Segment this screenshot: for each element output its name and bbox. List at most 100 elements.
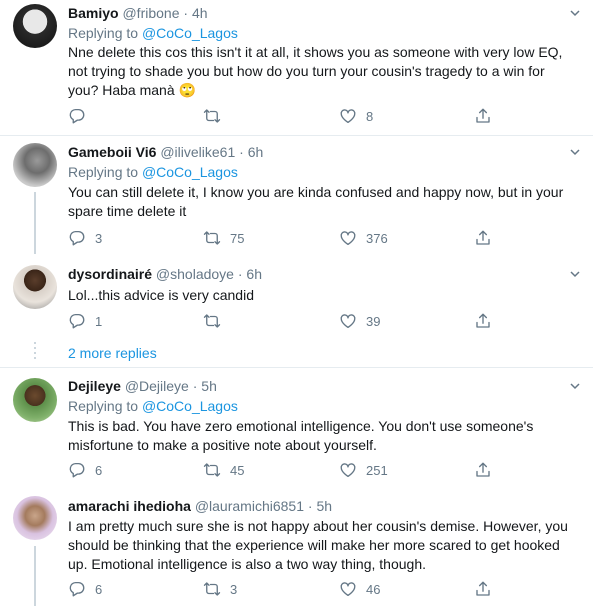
replying-label: Replying to xyxy=(68,25,139,41)
tweet-actions: 3 75 376 xyxy=(68,228,508,248)
separator-dot: · xyxy=(307,498,313,514)
avatar[interactable] xyxy=(13,265,57,309)
user-handle[interactable]: @ilivelike61 xyxy=(160,144,235,160)
tweet[interactable]: dysordinairé @sholadoye · 6h Lol...this … xyxy=(0,254,593,334)
user-handle[interactable]: @Dejileye xyxy=(125,378,189,394)
like-count: 376 xyxy=(366,230,388,246)
reply-button[interactable]: 6 xyxy=(68,460,102,480)
tweet-header: Bamiyo @fribone · 4h xyxy=(68,4,208,22)
retweet-icon xyxy=(203,461,221,479)
retweet-button[interactable]: 3 xyxy=(203,579,237,599)
retweet-count: 3 xyxy=(230,581,238,597)
replying-to: Replying to @CoCo_Lagos xyxy=(68,397,238,415)
heart-icon xyxy=(339,107,357,125)
avatar[interactable] xyxy=(13,4,57,48)
tweet-actions: 1 39 xyxy=(68,311,508,331)
tweet[interactable]: amarachi ihedioha @lauramichi6851 · 5h I… xyxy=(0,488,593,606)
chevron-down-icon[interactable] xyxy=(569,146,581,158)
reply-mention-link[interactable]: @CoCo_Lagos xyxy=(142,25,238,41)
tweet-header: Dejileye @Dejileye · 5h xyxy=(68,377,217,395)
tweet-actions: 6 3 46 xyxy=(68,579,508,599)
user-handle[interactable]: @sholadoye xyxy=(156,266,234,282)
display-name[interactable]: Dejileye xyxy=(68,378,121,394)
retweet-button[interactable]: 75 xyxy=(203,228,244,248)
tweet-header: amarachi ihedioha @lauramichi6851 · 5h xyxy=(68,497,332,515)
timestamp[interactable]: 6h xyxy=(246,266,262,282)
share-icon xyxy=(474,580,492,598)
heart-icon xyxy=(339,461,357,479)
avatar[interactable] xyxy=(13,143,57,187)
reply-button[interactable]: 3 xyxy=(68,228,102,248)
like-button[interactable]: 251 xyxy=(339,460,388,480)
chevron-down-icon[interactable] xyxy=(569,7,581,19)
tweet-header: dysordinairé @sholadoye · 6h xyxy=(68,265,262,283)
retweet-count: 45 xyxy=(230,462,245,478)
like-button[interactable]: 8 xyxy=(339,106,373,126)
timestamp[interactable]: 4h xyxy=(192,5,208,21)
tweet[interactable]: Dejileye @Dejileye · 5h Replying to @CoC… xyxy=(0,368,593,488)
reply-count: 3 xyxy=(95,230,103,246)
separator-dot: · xyxy=(239,144,244,160)
share-icon xyxy=(474,312,492,330)
share-button[interactable] xyxy=(474,460,501,480)
reply-mention-link[interactable]: @CoCo_Lagos xyxy=(142,398,238,414)
like-count: 46 xyxy=(366,581,381,597)
display-name[interactable]: Bamiyo xyxy=(68,5,119,21)
reply-button[interactable] xyxy=(68,106,95,126)
tweet-text: Nne delete this cos this isn't it at all… xyxy=(68,44,563,98)
timestamp[interactable]: 5h xyxy=(201,378,217,394)
replying-label: Replying to xyxy=(68,398,139,414)
avatar[interactable] xyxy=(13,378,57,422)
timestamp[interactable]: 6h xyxy=(248,144,264,160)
share-button[interactable] xyxy=(474,106,501,126)
reply-count: 1 xyxy=(95,313,103,329)
replying-to: Replying to @CoCo_Lagos xyxy=(68,24,238,42)
chevron-down-icon[interactable] xyxy=(569,380,581,392)
share-button[interactable] xyxy=(474,228,501,248)
display-name[interactable]: amarachi ihedioha xyxy=(68,498,191,514)
retweet-button[interactable] xyxy=(203,106,230,126)
like-button[interactable]: 39 xyxy=(339,311,380,331)
reply-button[interactable]: 6 xyxy=(68,579,102,599)
tweet-actions: 6 45 251 xyxy=(68,460,508,480)
heart-icon xyxy=(339,229,357,247)
like-count: 251 xyxy=(366,462,388,478)
retweet-button[interactable]: 45 xyxy=(203,460,244,480)
tweet-text: I am pretty much sure she is not happy a… xyxy=(68,518,568,572)
retweet-icon xyxy=(203,107,221,125)
share-button[interactable] xyxy=(474,311,501,331)
like-button[interactable]: 376 xyxy=(339,228,388,248)
user-handle[interactable]: @lauramichi6851 xyxy=(195,498,304,514)
retweet-icon xyxy=(203,580,221,598)
thread-dots xyxy=(34,342,36,362)
reply-icon xyxy=(68,461,86,479)
retweet-button[interactable] xyxy=(203,311,230,331)
reply-icon xyxy=(68,107,86,125)
separator-dot: · xyxy=(192,378,198,394)
thread-line xyxy=(34,546,36,606)
tweet-actions: 8 xyxy=(68,106,508,126)
like-button[interactable]: 46 xyxy=(339,579,380,599)
heart-icon xyxy=(339,312,357,330)
replying-to: Replying to @CoCo_Lagos xyxy=(68,163,238,181)
show-more-replies-link[interactable]: 2 more replies xyxy=(68,345,157,361)
share-button[interactable] xyxy=(474,579,501,599)
user-handle[interactable]: @fribone xyxy=(122,5,179,21)
reply-count: 6 xyxy=(95,462,103,478)
tweet[interactable]: Bamiyo @fribone · 4h Replying to @CoCo_L… xyxy=(0,0,593,135)
chevron-down-icon[interactable] xyxy=(569,268,581,280)
retweet-count: 75 xyxy=(230,230,245,246)
tweet[interactable]: Gameboii Vi6 @ilivelike61 · 6h Replying … xyxy=(0,136,593,254)
reply-mention-link[interactable]: @CoCo_Lagos xyxy=(142,164,238,180)
display-name[interactable]: dysordinairé xyxy=(68,266,152,282)
avatar[interactable] xyxy=(13,496,57,540)
separator-dot: · xyxy=(237,266,243,282)
display-name[interactable]: Gameboii Vi6 xyxy=(68,144,156,160)
timestamp[interactable]: 5h xyxy=(316,498,332,514)
share-icon xyxy=(474,107,492,125)
tweet-text: Lol...this advice is very candid xyxy=(68,287,254,303)
replying-label: Replying to xyxy=(68,164,139,180)
retweet-icon xyxy=(203,312,221,330)
reply-icon xyxy=(68,580,86,598)
reply-button[interactable]: 1 xyxy=(68,311,102,331)
